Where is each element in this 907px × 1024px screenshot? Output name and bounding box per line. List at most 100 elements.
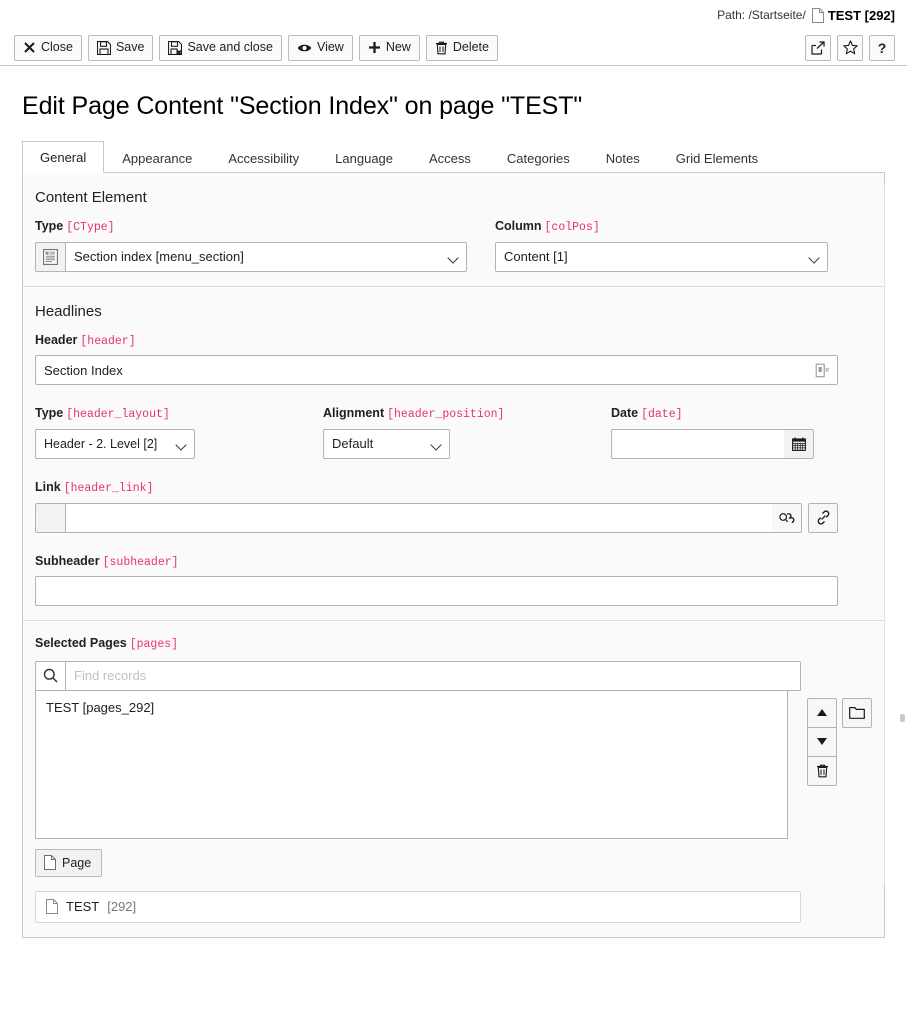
fieldset-headlines: Headlines Header [header] Section Index … (23, 287, 884, 622)
section-index-icon (35, 241, 65, 272)
field-pages-key: [pages] (129, 638, 179, 652)
move-down-button[interactable] (807, 726, 837, 757)
field-header: Header [header] (35, 332, 838, 386)
tab-categories[interactable]: Categories (489, 142, 588, 173)
scrollbar-thumb[interactable] (900, 714, 905, 722)
new-button[interactable]: New (358, 34, 420, 61)
field-header-position-key: [header_position] (387, 408, 505, 422)
browse-pages-button[interactable] (842, 697, 872, 728)
field-ctype-key: [CType] (66, 221, 115, 234)
plus-icon (368, 41, 381, 54)
element-browser-page-button[interactable]: Page (35, 848, 103, 877)
selected-record-id: [292] (107, 899, 137, 915)
calendar-icon[interactable] (784, 428, 814, 459)
colpos-select-wrap: Content [1] (495, 241, 828, 272)
open-in-new-window-button[interactable] (805, 34, 831, 61)
page-icon (44, 855, 56, 871)
trash-icon (816, 764, 829, 778)
eye-icon (297, 42, 312, 54)
page-title: Edit Page Content "Section Index" on pag… (22, 92, 583, 120)
new-button-label: New (385, 40, 411, 55)
chain-link-icon[interactable] (808, 502, 838, 533)
tab-access[interactable]: Access (411, 142, 489, 173)
field-header-layout-key: [header_layout] (66, 408, 170, 422)
save-button[interactable]: Save (87, 34, 154, 61)
save-and-close-button-label: Save and close (187, 40, 273, 55)
colpos-select[interactable]: Content [1] (495, 241, 828, 272)
delete-button[interactable]: Delete (425, 34, 498, 61)
tab-notes[interactable]: Notes (588, 142, 658, 173)
breadcrumb-record-title: TEST [292] (827, 7, 895, 23)
view-button-label: View (316, 40, 344, 55)
close-icon (23, 41, 36, 54)
tab-accessibility[interactable]: Accessibility (210, 142, 317, 173)
field-ctype: Type [CType] Section index [menu_section… (35, 219, 467, 272)
panel-edge-divider (884, 185, 885, 885)
element-browser-page-button-label: Page (62, 855, 92, 870)
pages-multiselect-item[interactable]: TEST [pages_292] (36, 697, 787, 718)
header-input[interactable] (35, 355, 808, 386)
field-header-layout: Type [header_layout] Header - 2. Level [2… (35, 406, 195, 459)
field-header-label-text: Header (35, 332, 78, 347)
star-icon (842, 40, 858, 55)
pages-multiselect[interactable]: TEST [pages_292] (35, 690, 788, 839)
open-in-new-window-icon (811, 40, 825, 55)
field-header-link-key: [header_link] (63, 481, 154, 495)
header-position-select[interactable]: Default (323, 428, 450, 459)
ctype-select[interactable]: Section index [menu_section] (65, 241, 467, 272)
field-subheader-key: [subheader] (102, 555, 179, 569)
header-link-input[interactable] (65, 502, 772, 533)
header-layout-select-wrap: Header - 2. Level [2] (35, 428, 195, 459)
headline-options-row: Type [header_layout] Header - 2. Level [2… (35, 406, 872, 459)
close-button[interactable]: Close (14, 34, 82, 61)
field-control-icon[interactable] (808, 355, 838, 386)
bookmark-button[interactable] (837, 34, 863, 61)
save-and-close-button[interactable]: Save and close (159, 34, 282, 61)
field-date-key: [date] (641, 408, 683, 422)
link-type-indicator (35, 502, 65, 533)
tab-language[interactable]: Language (317, 142, 411, 173)
header-input-group (35, 355, 838, 386)
folder-icon (849, 706, 865, 720)
tab-appearance[interactable]: Appearance (104, 142, 210, 173)
remove-record-button[interactable] (807, 755, 837, 786)
delete-button-label: Delete (452, 40, 489, 55)
field-ctype-label-text: Type (35, 219, 64, 233)
field-header-key: [header] (80, 334, 136, 348)
arrow-up-icon (816, 708, 828, 717)
tab-grid-elements[interactable]: Grid Elements (658, 142, 776, 173)
tab-general[interactable]: General (22, 141, 105, 173)
pages-element-browser-row: Page (35, 848, 872, 877)
tab-grid-elements-label: Grid Elements (675, 151, 759, 166)
field-header-position-label-text: Alignment (323, 406, 385, 421)
field-header-link-label: Link [header_link] (35, 479, 838, 496)
field-date: Date [date] (611, 406, 814, 459)
subheader-input[interactable] (35, 576, 838, 607)
field-ctype-label: Type [CType] (35, 219, 467, 235)
page-icon (811, 7, 824, 23)
move-up-button[interactable] (807, 697, 837, 728)
selected-record-row[interactable]: TEST [292] (35, 890, 801, 923)
pages-order-controls (807, 697, 837, 786)
docheader-secondary-buttons: ? (805, 34, 895, 61)
save-icon (96, 40, 111, 55)
field-header-position: Alignment [header_position] Default (323, 406, 504, 459)
fieldset-content-element-legend: Content Element (35, 189, 147, 206)
docheader-primary-buttons: Close Save Save and close View New Delet… (14, 34, 504, 61)
link-browser-icon[interactable] (772, 502, 802, 533)
page-icon (46, 899, 58, 915)
close-button-label: Close (41, 40, 73, 55)
header-layout-select[interactable]: Header - 2. Level [2] (35, 428, 195, 459)
view-button[interactable]: View (287, 34, 353, 61)
tab-categories-label: Categories (506, 151, 570, 166)
tab-access-label: Access (429, 151, 471, 166)
date-input[interactable] (611, 428, 784, 459)
field-header-link: Link [header_link] (35, 479, 838, 533)
content-element-row: Type [CType] Section index [menu_section… (35, 219, 872, 272)
field-colpos: Column [colPos] Content [1] (495, 219, 828, 272)
field-header-link-label-text: Link (35, 479, 61, 494)
tab-notes-label: Notes (605, 151, 640, 166)
breadcrumb: Path: /Startseite/ TEST [292] (717, 7, 895, 23)
help-button[interactable]: ? (869, 34, 895, 61)
pages-search-input[interactable] (65, 660, 801, 691)
